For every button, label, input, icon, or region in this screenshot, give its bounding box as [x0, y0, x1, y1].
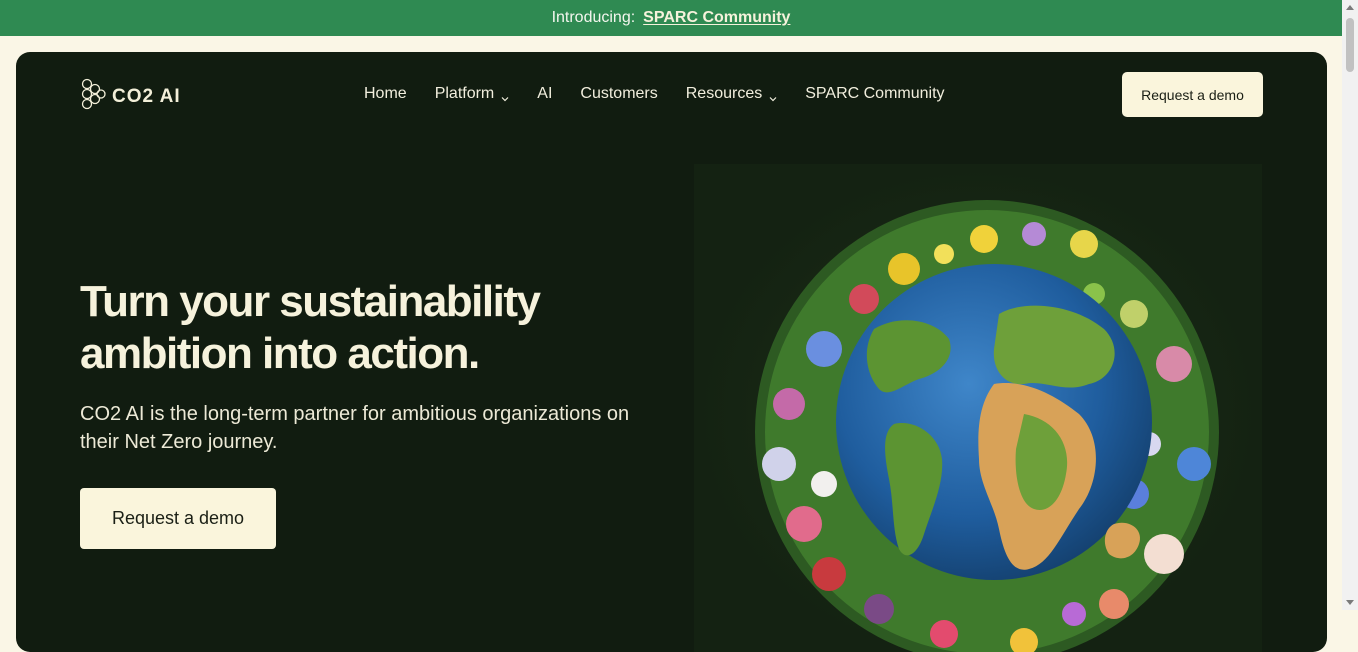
chevron-down-icon	[501, 90, 509, 102]
hero-request-demo-button[interactable]: Request a demo	[80, 488, 276, 549]
nav-home[interactable]: Home	[364, 85, 407, 103]
nav-home-label: Home	[364, 85, 407, 102]
scrollbar-thumb[interactable]	[1346, 18, 1354, 72]
nav-resources-label: Resources	[685, 85, 763, 102]
hero-headline-line2: ambition into action.	[80, 329, 480, 378]
co2ai-logo-icon	[80, 78, 106, 115]
nav-request-demo-button[interactable]: Request a demo	[1122, 72, 1263, 117]
logo-text: CO2 AI	[112, 85, 181, 107]
nav-sparc-community[interactable]: SPARC Community	[805, 85, 944, 103]
chevron-down-icon	[769, 90, 777, 102]
scroll-down-arrow-icon[interactable]	[1346, 600, 1354, 605]
hero-subhead: CO2 AI is the long-term partner for ambi…	[80, 403, 630, 453]
nav-resources[interactable]: Resources	[686, 85, 777, 103]
nav-platform[interactable]: Platform	[435, 85, 510, 103]
earth-globe-with-flowers-image	[694, 164, 1262, 652]
banner-sparc-link[interactable]: SPARC Community	[643, 9, 790, 27]
page-scrollbar[interactable]	[1342, 0, 1358, 610]
main-nav: Home Platform AI Customers Resources SPA…	[364, 85, 945, 103]
banner-intro-text: Introducing:	[551, 9, 636, 26]
nav-ai-label: AI	[537, 85, 553, 102]
scroll-up-arrow-icon[interactable]	[1346, 5, 1354, 10]
nav-sparc-community-label: SPARC Community	[805, 85, 945, 102]
hero-headline: Turn your sustainability ambition into a…	[80, 276, 600, 380]
nav-customers-label: Customers	[580, 85, 658, 102]
hero-headline-line1: Turn your sustainability	[80, 277, 541, 326]
hero-section: CO2 AI Home Platform AI Customers Resour…	[16, 52, 1327, 652]
nav-ai[interactable]: AI	[537, 85, 552, 103]
announcement-banner: Introducing: SPARC Community	[0, 0, 1342, 36]
nav-platform-label: Platform	[434, 85, 495, 102]
logo[interactable]: CO2 AI	[80, 78, 181, 115]
nav-customers[interactable]: Customers	[580, 85, 657, 103]
